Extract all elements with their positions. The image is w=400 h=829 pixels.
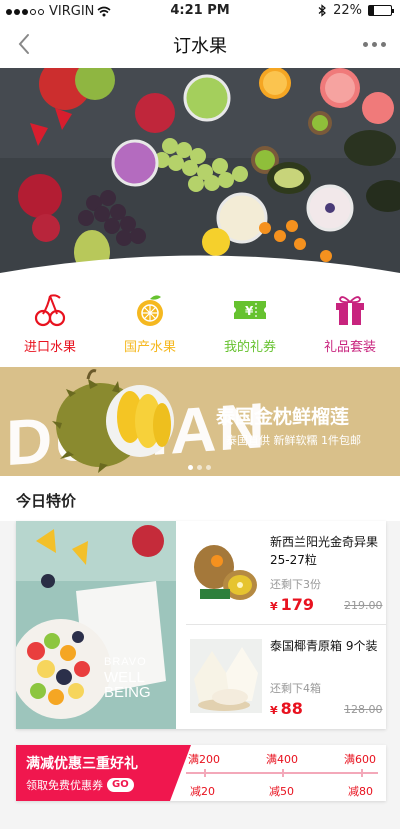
deal-item-name: 新西兰阳光金奇异果 25-27粒 xyxy=(270,535,379,567)
deal-item-original-price: 219.00 xyxy=(344,599,383,612)
battery-percent: 22% xyxy=(333,3,362,18)
tier-threshold: 满600 xyxy=(344,753,376,766)
go-button[interactable]: GO xyxy=(107,778,134,792)
promo-title: 满减优惠三重好礼 xyxy=(26,756,138,772)
category-label: 国产水果 xyxy=(123,340,176,355)
carousel-dot[interactable] xyxy=(197,465,202,470)
gift-icon xyxy=(336,296,364,325)
nav-bar: 订水果 xyxy=(0,22,400,68)
hero-banner[interactable] xyxy=(0,68,400,282)
tier-threshold: 满200 xyxy=(188,753,220,766)
tier-discount: 减80 xyxy=(348,785,373,798)
carousel-dot[interactable] xyxy=(188,465,193,470)
fruit-smoothie-photo xyxy=(0,68,400,282)
deal-item-coconut[interactable]: 泰国椰青原箱 9个装 还剩下4箱 ¥88 128.00 xyxy=(186,625,386,729)
tier-discount: 减20 xyxy=(190,785,215,798)
promo-subtitle: 领取免费优惠券 xyxy=(26,779,103,792)
category-my-coupons[interactable]: ¥ 我的礼券 xyxy=(200,282,300,367)
category-gift-sets[interactable]: 礼品套装 xyxy=(300,282,400,367)
discount-promo-bar[interactable]: 满减优惠三重好礼 领取免费优惠券 GO 满200 满400 满600 减20 减… xyxy=(16,745,386,801)
banner-headline: 泰国金枕鲜榴莲 xyxy=(216,406,350,428)
svg-text:¥: ¥ xyxy=(245,304,254,318)
category-label: 我的礼券 xyxy=(223,340,276,355)
promo-subtitle-row: 领取免费优惠券 GO xyxy=(26,777,134,793)
tier-discount: 减50 xyxy=(269,785,294,798)
coupon-icon: ¥ xyxy=(234,301,266,319)
deal-item-stock: 还剩下4箱 xyxy=(270,682,321,695)
deal-item-price: ¥88 xyxy=(270,699,303,718)
promo-banner-durian[interactable]: DURIAN 泰国金枕鲜榴莲 泰国直供 新鲜软糯 1件包邮 xyxy=(0,367,400,476)
status-bar: VIRGIN 4:21 PM 22% xyxy=(0,0,400,22)
kiwi-thumbnail xyxy=(190,535,262,609)
deal-item-stock: 还剩下3份 xyxy=(270,578,321,591)
today-deals-card: BRAVO WELL BEING 新西兰阳光金奇异果 25-27粒 还剩下3份 … xyxy=(16,521,386,729)
carousel-dots[interactable] xyxy=(188,465,211,470)
poster-text: BRAVO WELL BEING xyxy=(104,656,151,701)
coconut-thumbnail xyxy=(190,639,262,713)
bluetooth-icon xyxy=(318,4,327,17)
category-label: 礼品套装 xyxy=(323,340,376,355)
more-dots-icon[interactable] xyxy=(363,42,386,47)
category-label: 进口水果 xyxy=(23,340,76,355)
deal-item-price: ¥179 xyxy=(270,595,315,614)
category-row: 进口水果 国产水果 ¥ 我的礼券 礼品套装 xyxy=(0,282,400,367)
deal-poster-image[interactable]: BRAVO WELL BEING xyxy=(16,521,176,729)
category-domestic-fruit[interactable]: 国产水果 xyxy=(100,282,200,367)
tier-threshold: 满400 xyxy=(266,753,298,766)
durian-illustration xyxy=(52,369,174,473)
carousel-dot[interactable] xyxy=(206,465,211,470)
deal-item-kiwi[interactable]: 新西兰阳光金奇异果 25-27粒 还剩下3份 ¥179 219.00 xyxy=(186,521,386,625)
category-imported-fruit[interactable]: 进口水果 xyxy=(0,282,100,367)
tier-tick xyxy=(361,769,363,777)
deal-item-original-price: 128.00 xyxy=(344,703,383,716)
section-title-today-deals: 今日特价 xyxy=(0,476,400,521)
fruit-bowl-poster xyxy=(16,521,176,729)
deal-item-name: 泰国椰青原箱 9个装 xyxy=(270,639,378,653)
tier-tick xyxy=(204,769,206,777)
tier-tick xyxy=(282,769,284,777)
battery-icon xyxy=(368,5,394,16)
banner-subline: 泰国直供 新鲜软糯 1件包邮 xyxy=(226,434,361,447)
orange-icon xyxy=(137,295,163,326)
page-title: 订水果 xyxy=(173,36,227,57)
cherry-icon xyxy=(34,294,66,327)
